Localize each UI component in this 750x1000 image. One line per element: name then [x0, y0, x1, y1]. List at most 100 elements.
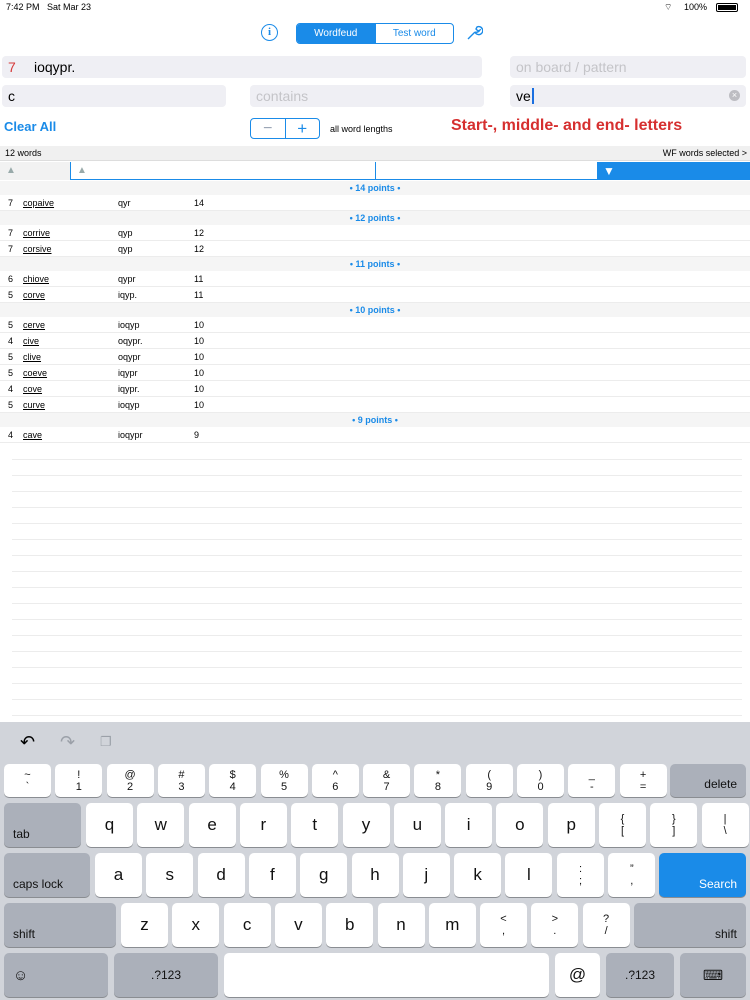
number-key[interactable]: ! 1 [55, 764, 103, 797]
letter-key[interactable]: o [496, 803, 544, 847]
clear-all-button[interactable]: Clear All [4, 119, 56, 134]
word-row[interactable]: 5 clive oqypr 10 [0, 349, 750, 365]
end-letters-field[interactable]: ve × [510, 85, 746, 107]
symbol-key[interactable]: }] [650, 803, 698, 847]
word-row[interactable]: 5 corve iqyp. 11 [0, 287, 750, 303]
sort-length-column[interactable]: ▲ [0, 162, 71, 180]
word-row[interactable]: 4 cave ioqypr 9 [0, 427, 750, 443]
letter-key[interactable]: x [172, 903, 220, 947]
word-row[interactable]: 4 cive oqypr. 10 [0, 333, 750, 349]
search-key[interactable]: Search [659, 853, 746, 897]
tab-test-word[interactable]: Test word [374, 24, 454, 43]
redo-icon[interactable]: ↷ [60, 732, 75, 753]
letter-key[interactable]: w [137, 803, 185, 847]
letter-key[interactable]: d [197, 853, 245, 897]
emoji-key[interactable]: ☺ [4, 953, 108, 997]
start-letters-field[interactable]: c [2, 85, 226, 107]
letter-key[interactable]: k [454, 853, 502, 897]
clear-field-icon[interactable]: × [729, 90, 740, 101]
key-char: / [604, 925, 608, 937]
letter-key[interactable]: m [428, 903, 476, 947]
stepper-plus-icon[interactable]: + [284, 119, 320, 138]
number-key[interactable]: % 5 [260, 764, 308, 797]
number-key[interactable]: + = [619, 764, 667, 797]
number-key[interactable]: @2 [106, 764, 154, 797]
letter-key[interactable]: f [248, 853, 296, 897]
pattern-field[interactable]: on board / pattern [510, 56, 746, 78]
at-key[interactable]: @ [555, 953, 600, 997]
symbol-key[interactable]: | \ [701, 803, 749, 847]
number-key[interactable]: ) 0 [517, 764, 564, 797]
numbers-mode-left-key[interactable]: .?123 [114, 953, 218, 997]
empty-row-line [12, 619, 742, 620]
letter-key[interactable]: i [445, 803, 493, 847]
key-char: = [639, 780, 647, 793]
word-row[interactable]: 4 cove iqypr. 10 [0, 381, 750, 397]
contains-field[interactable]: contains [250, 85, 484, 107]
letter-key[interactable]: g [300, 853, 348, 897]
number-key[interactable]: & 7 [363, 764, 411, 797]
delete-key[interactable]: delete [670, 764, 746, 797]
space-bar[interactable] [224, 953, 549, 997]
symbol-key[interactable]: ? / [582, 903, 630, 947]
letter-key[interactable]: a [95, 853, 142, 897]
number-key[interactable]: ^ 6 [311, 764, 359, 797]
word-row[interactable]: 5 cerve ioqyp 10 [0, 317, 750, 333]
hide-keyboard-key[interactable]: ⌨ [680, 953, 746, 997]
sort-word-column[interactable]: ▲ [71, 162, 376, 180]
letter-key[interactable]: c [223, 903, 271, 947]
word-points: 10 [194, 320, 205, 330]
letter-key[interactable]: v [274, 903, 322, 947]
symbol-key[interactable]: >. [531, 903, 579, 947]
sort-rack-column[interactable] [376, 162, 597, 180]
word-row[interactable]: 5 coeve iqypr 10 [0, 365, 750, 381]
number-key[interactable]: ~ ` [4, 764, 51, 797]
number-key[interactable]: #3 [157, 764, 205, 797]
sort-points-column[interactable]: ▼ [597, 162, 750, 180]
symbol-key[interactable]: {[ [599, 803, 646, 847]
tab-wordfeud[interactable]: Wordfeud [297, 24, 375, 43]
number-key[interactable]: (9 [465, 764, 513, 797]
word-length: 7 [8, 244, 14, 254]
letter-key[interactable]: u [393, 803, 441, 847]
letter-key[interactable]: p [547, 803, 595, 847]
shift-left-key[interactable]: shift [4, 903, 116, 947]
shift-right-key[interactable]: shift [634, 903, 746, 947]
stepper-minus-icon[interactable]: − [251, 119, 285, 138]
wrench-icon[interactable] [465, 24, 483, 42]
letter-key[interactable]: h [351, 853, 399, 897]
tab-key[interactable]: tab [4, 803, 81, 847]
symbol-key[interactable]: :; [557, 853, 604, 897]
undo-icon[interactable]: ↶ [20, 732, 35, 753]
word-row[interactable]: 6 chiove qypr 11 [0, 271, 750, 287]
caps-lock-key[interactable]: caps lock [4, 853, 90, 897]
info-icon[interactable]: i [261, 24, 278, 41]
letter-key[interactable]: e [188, 803, 236, 847]
paste-icon[interactable]: ❐ [100, 734, 112, 750]
letter-key[interactable]: z [121, 903, 168, 947]
word-row[interactable]: 7 copaive qyr 14 [0, 195, 750, 211]
word-row[interactable]: 5 curve ioqyp 10 [0, 397, 750, 413]
symbol-key[interactable]: <, [480, 903, 527, 947]
letter-key[interactable]: t [291, 803, 339, 847]
numbers-mode-right-key[interactable]: .?123 [606, 953, 674, 997]
letter-key[interactable]: n [377, 903, 425, 947]
letter-key[interactable]: l [505, 853, 553, 897]
word-list-selector[interactable]: WF words selected > [663, 148, 747, 158]
word-row[interactable]: 7 corrive qyp 12 [0, 225, 750, 241]
letter-key[interactable]: r [239, 803, 287, 847]
key-shift-char: ~ [24, 768, 31, 781]
unused-letters: ioqyp [118, 320, 140, 330]
letter-key[interactable]: b [326, 903, 374, 947]
letter-key[interactable]: y [342, 803, 390, 847]
rack-field[interactable]: 7 ioqypr. [2, 56, 482, 78]
letter-key[interactable]: j [402, 853, 450, 897]
letter-key[interactable]: s [146, 853, 194, 897]
word-row[interactable]: 7 corsive qyp 12 [0, 241, 750, 257]
symbol-key[interactable]: ”, [608, 853, 656, 897]
number-key[interactable]: $4 [209, 764, 257, 797]
word-text: cive [23, 336, 40, 346]
number-key[interactable]: _ - [568, 764, 616, 797]
letter-key[interactable]: q [86, 803, 133, 847]
number-key[interactable]: * 8 [414, 764, 462, 797]
